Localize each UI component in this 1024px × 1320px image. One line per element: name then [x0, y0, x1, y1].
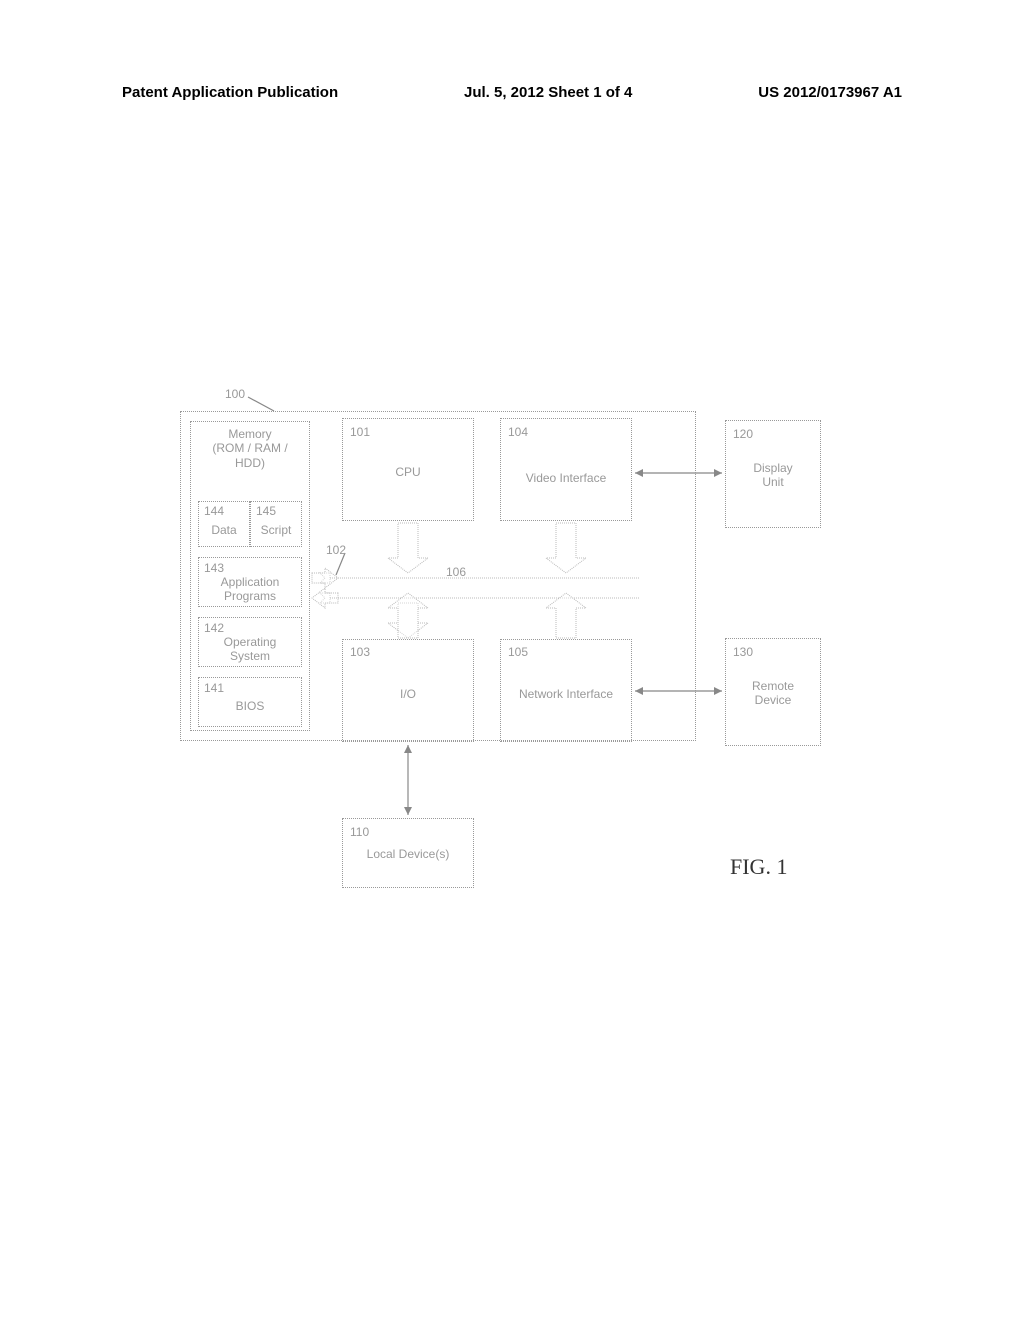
memory-bios-label: BIOS — [200, 699, 300, 713]
ref-bus-106: 106 — [446, 565, 466, 579]
ref-net: 105 — [508, 645, 528, 659]
ref-display: 120 — [733, 427, 753, 441]
cpu-label: CPU — [344, 465, 472, 479]
ref-bus-102: 102 — [326, 543, 346, 557]
ref-script: 145 — [256, 504, 276, 518]
ref-bios: 141 — [204, 681, 224, 695]
figure-1-diagram: 100 — [170, 395, 882, 925]
remote-device-label: Remote Device — [728, 679, 818, 708]
ref-data: 144 — [204, 504, 224, 518]
ref-cpu: 101 — [350, 425, 370, 439]
local-device-label: Local Device(s) — [344, 847, 472, 861]
ref-apps: 143 — [204, 561, 224, 575]
page-header: Patent Application Publication Jul. 5, 2… — [122, 84, 902, 101]
ref-os: 142 — [204, 621, 224, 635]
memory-script-label: Script — [252, 523, 300, 537]
header-right: US 2012/0173967 A1 — [758, 84, 902, 101]
header-left: Patent Application Publication — [122, 84, 338, 101]
memory-label: Memory (ROM / RAM / HDD) — [198, 427, 302, 470]
network-interface-label: Network Interface — [502, 687, 630, 701]
ref-system: 100 — [225, 387, 245, 401]
figure-caption: FIG. 1 — [730, 854, 787, 880]
memory-data-label: Data — [200, 523, 248, 537]
ref-remote: 130 — [733, 645, 753, 659]
video-interface-label: Video Interface — [502, 471, 630, 485]
memory-apps-label: Application Programs — [200, 575, 300, 604]
ref-video: 104 — [508, 425, 528, 439]
header-center: Jul. 5, 2012 Sheet 1 of 4 — [464, 84, 632, 101]
ref-local: 110 — [350, 825, 369, 839]
ref-io: 103 — [350, 645, 370, 659]
display-unit-label: Display Unit — [728, 461, 818, 490]
memory-os-label: Operating System — [200, 635, 300, 664]
io-label: I/O — [344, 687, 472, 701]
